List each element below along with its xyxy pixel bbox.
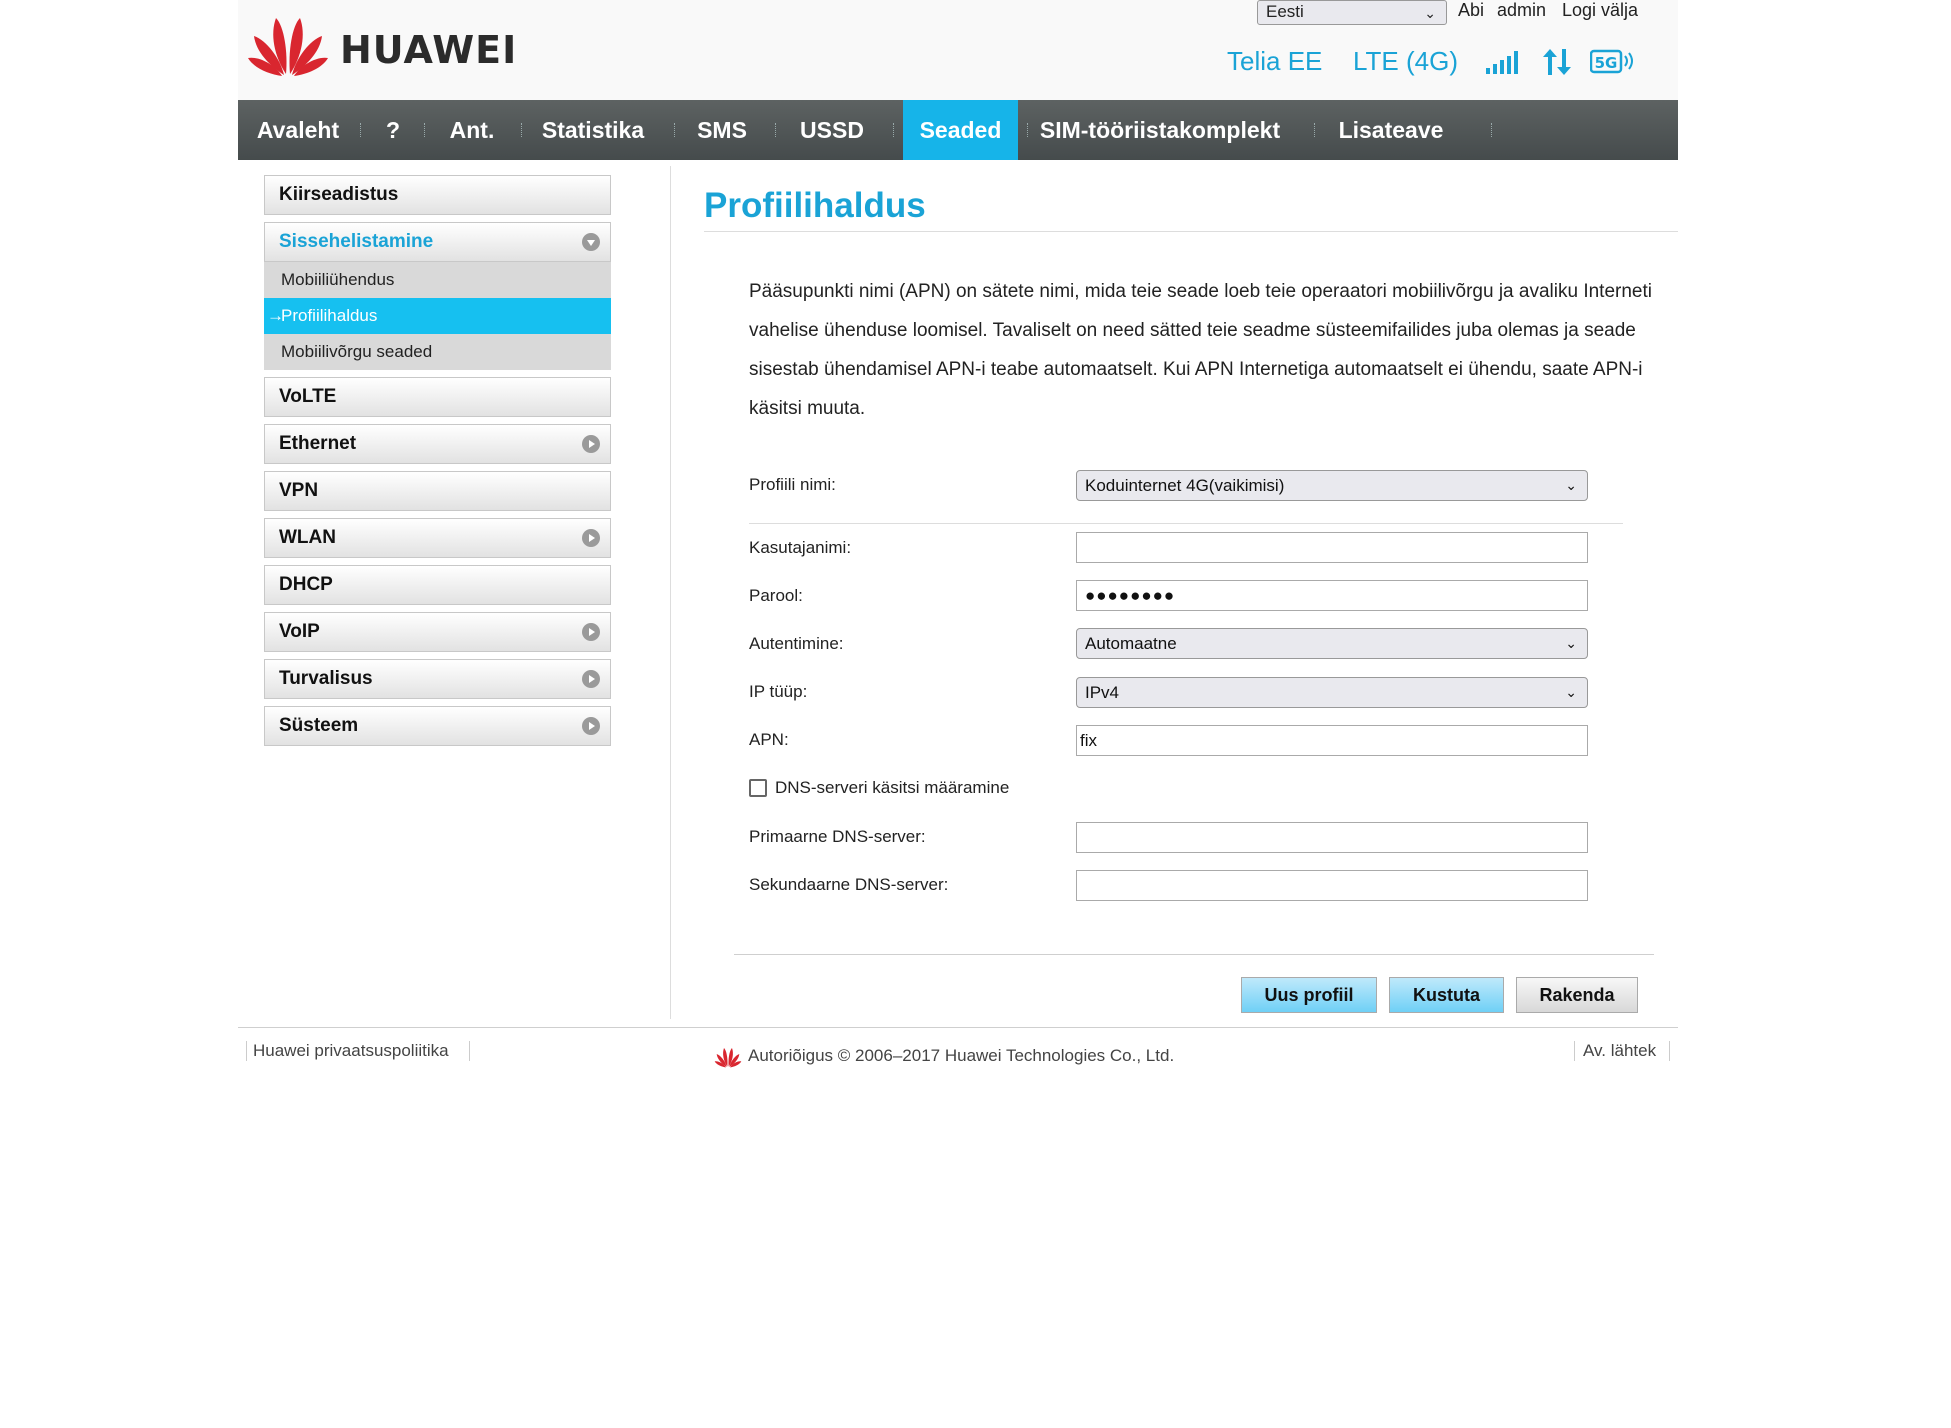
chevron-down-icon: ⌄: [1565, 635, 1577, 651]
sidebar-item-quick-setup[interactable]: Kiirseadistus: [264, 175, 611, 215]
dns-manual-checkbox[interactable]: [749, 779, 767, 797]
profile-name-select[interactable]: Koduinternet 4G(vaikimisi) ⌄: [1076, 470, 1588, 501]
sidebar-item-label: Sissehelistamine: [279, 231, 434, 252]
nav-help[interactable]: ?: [368, 100, 418, 160]
dns-manual-label: DNS-serveri käsitsi määramine: [775, 778, 1010, 797]
expand-right-icon: [582, 670, 600, 688]
sidebar-item-label: VoLTE: [279, 386, 337, 407]
primary-dns-label: Primaarne DNS-server:: [749, 827, 926, 846]
nav-sim-toolkit[interactable]: SIM-tööriistakomplekt: [1035, 100, 1285, 160]
privacy-policy-link[interactable]: Huawei privaatsuspoliitika: [253, 1041, 449, 1061]
page-title: Profiilihaldus: [704, 186, 926, 225]
nav-settings[interactable]: Seaded: [903, 100, 1018, 160]
password-input[interactable]: ●●●●●●●●: [1076, 580, 1588, 611]
language-value: Eesti: [1266, 2, 1304, 21]
signal-strength-icon: [1486, 51, 1518, 74]
sidebar-item-label: VoIP: [279, 621, 320, 642]
sidebar-item-label: DHCP: [279, 574, 333, 595]
chevron-down-icon: ⌄: [1424, 5, 1436, 21]
arrow-right-icon: →: [267, 306, 284, 325]
expand-right-icon: [582, 717, 600, 735]
ip-type-select[interactable]: IPv4 ⌄: [1076, 677, 1588, 708]
username-input[interactable]: [1076, 532, 1588, 563]
sidebar-item-label: VPN: [279, 480, 319, 501]
apn-input[interactable]: fix: [1076, 725, 1588, 756]
sidebar-sub-label: Profiilihaldus: [281, 306, 378, 325]
title-divider: [704, 231, 1678, 232]
ip-type-value: IPv4: [1085, 683, 1120, 702]
page-description: Pääsupunkti nimi (APN) on sätete nimi, m…: [749, 281, 1652, 419]
chevron-down-icon: ⌄: [1565, 684, 1577, 700]
sidebar-item-label: Turvalisus: [279, 668, 373, 689]
footer-divider: [238, 1027, 1678, 1028]
sidebar-item-vpn[interactable]: VPN: [264, 471, 611, 511]
expand-right-icon: [582, 435, 600, 453]
username-label: Kasutajanimi:: [749, 538, 852, 557]
huawei-logo-icon: [248, 18, 328, 76]
sidebar-divider: [670, 166, 671, 1019]
nav-home[interactable]: Avaleht: [238, 100, 358, 160]
sidebar-sub-profile-management[interactable]: → Profiilihaldus: [264, 298, 611, 334]
chevron-down-icon: ⌄: [1565, 477, 1577, 493]
sidebar-sub-mobile-connection[interactable]: Mobiiliühendus: [264, 262, 611, 298]
user-name: admin: [1497, 0, 1547, 20]
form-divider: [749, 523, 1623, 524]
main-nav: Avaleht ? Ant. Statistika SMS USSD Seade…: [238, 100, 1678, 160]
operator-name: Telia EE: [1227, 46, 1323, 76]
ip-type-label: IP tüüp:: [749, 682, 808, 701]
sidebar-item-dhcp[interactable]: DHCP: [264, 565, 611, 605]
new-profile-button[interactable]: Uus profiil: [1241, 977, 1377, 1013]
sidebar-item-volte[interactable]: VoLTE: [264, 377, 611, 417]
nav-ussd[interactable]: USSD: [784, 100, 880, 160]
authentication-select[interactable]: Automaatne ⌄: [1076, 628, 1588, 659]
logout-link[interactable]: Logi välja: [1562, 0, 1638, 21]
sidebar-item-label: WLAN: [279, 527, 336, 548]
expand-right-icon: [582, 529, 600, 547]
sidebar-item-security[interactable]: Turvalisus: [264, 659, 611, 699]
data-transfer-icon: [1543, 49, 1571, 75]
secondary-dns-label: Sekundaarne DNS-server:: [749, 875, 949, 894]
delete-button[interactable]: Kustuta: [1389, 977, 1504, 1013]
sidebar-item-system[interactable]: Süsteem: [264, 706, 611, 746]
sidebar-item-voip[interactable]: VoIP: [264, 612, 611, 652]
copyright-text: Autoriõigus © 2006–2017 Huawei Technolog…: [748, 1046, 1175, 1065]
nav-antenna[interactable]: Ant.: [434, 100, 510, 160]
apply-button[interactable]: Rakenda: [1516, 977, 1638, 1013]
authentication-label: Autentimine:: [749, 634, 844, 653]
sidebar-item-dialup[interactable]: Sissehelistamine: [264, 222, 611, 262]
huawei-small-logo-icon: [714, 1048, 742, 1068]
open-source-link[interactable]: Av. lähtek: [1583, 1041, 1656, 1061]
5g-network-icon: 5G: [1590, 49, 1633, 74]
authentication-value: Automaatne: [1085, 634, 1177, 653]
profile-name-value: Koduinternet 4G(vaikimisi): [1085, 476, 1285, 495]
brand-logo-text: HUAWEI: [340, 28, 518, 72]
expand-right-icon: [582, 623, 600, 641]
nav-sms[interactable]: SMS: [684, 100, 760, 160]
network-type: LTE (4G): [1353, 46, 1458, 76]
sidebar-item-label: Ethernet: [279, 433, 357, 454]
secondary-dns-input[interactable]: [1076, 870, 1588, 901]
buttons-divider: [734, 954, 1654, 955]
sidebar-item-ethernet[interactable]: Ethernet: [264, 424, 611, 464]
apn-label: APN:: [749, 730, 789, 749]
help-link[interactable]: Abi: [1458, 0, 1484, 21]
expand-down-icon: [582, 233, 600, 251]
sidebar-item-label: Kiirseadistus: [279, 184, 399, 205]
primary-dns-input[interactable]: [1076, 822, 1588, 853]
sidebar-item-label: Süsteem: [279, 715, 359, 736]
nav-more-info[interactable]: Lisateave: [1321, 100, 1461, 160]
sidebar-sub-mobile-network-settings[interactable]: Mobiilivõrgu seaded: [264, 334, 611, 370]
profile-name-label: Profiili nimi:: [749, 475, 836, 494]
language-select[interactable]: Eesti ⌄: [1257, 0, 1447, 25]
nav-statistics[interactable]: Statistika: [528, 100, 658, 160]
password-label: Parool:: [749, 586, 803, 605]
sidebar-item-wlan[interactable]: WLAN: [264, 518, 611, 558]
svg-text:5G: 5G: [1595, 54, 1618, 72]
